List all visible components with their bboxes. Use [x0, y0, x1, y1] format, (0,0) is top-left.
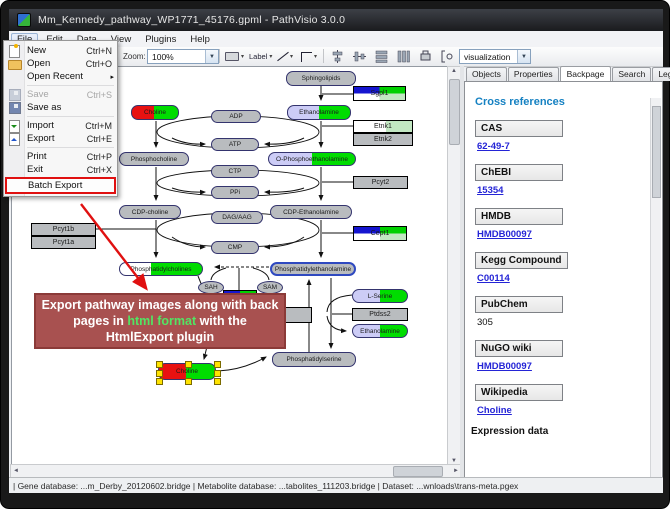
node-ppi[interactable]: PPi: [211, 186, 259, 199]
file-menu-item-exit[interactable]: ExitCtrl+X: [5, 163, 116, 176]
node-sgpl1[interactable]: Sgpl1: [353, 86, 406, 101]
node-sphingolipids[interactable]: Sphingolipids: [286, 71, 356, 86]
node-etnk1[interactable]: Etnk1: [353, 120, 413, 133]
file-menu-item-new[interactable]: NewCtrl+N: [5, 44, 116, 57]
node-cmp[interactable]: CMP: [211, 241, 259, 254]
selection-handle[interactable]: [185, 378, 192, 385]
file-menu-item-print[interactable]: PrintCtrl+P: [5, 150, 116, 163]
node-choline-selected[interactable]: Choline: [158, 363, 216, 380]
node-phosphatidylethanolamine[interactable]: Phosphatidylethanolamine: [270, 262, 356, 276]
node-choline-top[interactable]: Choline: [131, 105, 179, 120]
app-window: Mm_Kennedy_pathway_WP1771_45176.gpml - P…: [0, 0, 670, 509]
export-icon: [9, 133, 20, 146]
selection-handle[interactable]: [156, 378, 163, 385]
node-o-phosphoethanolamine[interactable]: O-Phosphoethanolamine: [268, 152, 356, 166]
node-cdp-ethanolamine[interactable]: CDP-Ethanolamine: [270, 205, 352, 219]
node-phosphocholine[interactable]: Phosphocholine: [119, 152, 189, 166]
node-pcyt1a[interactable]: Pcyt1a: [31, 236, 96, 249]
node-adp[interactable]: ADP: [211, 110, 261, 123]
file-menu-item-open-recent[interactable]: Open Recent: [5, 70, 116, 83]
file-menu-item-export[interactable]: ExportCtrl+E: [5, 132, 116, 145]
selection-handle[interactable]: [214, 378, 221, 385]
node-pcyt2[interactable]: Pcyt2: [353, 176, 408, 189]
node-l-serine[interactable]: L-Serine: [352, 289, 408, 303]
menu-separator: [27, 85, 114, 86]
callout-text: Export pathway images along with back pa…: [38, 297, 282, 345]
node-phosphatidylserine[interactable]: Phosphatidylserine: [272, 352, 356, 367]
file-menu: NewCtrl+NOpenCtrl+OOpen Recent SaveCtrl+S…: [3, 40, 118, 197]
node-cdp-choline[interactable]: CDP-choline: [119, 205, 181, 219]
node-phosphatidylcholines[interactable]: Phosphatidylcholines: [119, 262, 203, 276]
selection-handle[interactable]: [214, 361, 221, 368]
file-menu-item-open[interactable]: OpenCtrl+O: [5, 57, 116, 70]
node-etnk2[interactable]: Etnk2: [353, 133, 413, 146]
save-as-icon: [9, 102, 21, 114]
file-menu-item-save[interactable]: SaveCtrl+S: [5, 88, 116, 101]
node-dag-aag[interactable]: DAG/AAG: [211, 211, 263, 224]
selection-handle[interactable]: [185, 361, 192, 368]
node-pcyt1b[interactable]: Pcyt1b: [31, 223, 96, 236]
menu-separator: [27, 116, 114, 117]
file-menu-item-import[interactable]: ImportCtrl+M: [5, 119, 116, 132]
node-cept1[interactable]: Cept1: [353, 226, 407, 241]
new-document-icon: [9, 45, 20, 58]
selection-handle[interactable]: [156, 361, 163, 368]
file-menu-item-batch-export[interactable]: Batch Export: [6, 178, 115, 193]
open-folder-icon: [8, 60, 22, 70]
menu-separator: [27, 147, 114, 148]
node-ethanolamine-bottom[interactable]: Ethanolamine: [352, 324, 408, 338]
node-ctp[interactable]: CTP: [211, 165, 259, 178]
node-atp[interactable]: ATP: [211, 138, 259, 151]
selection-handle[interactable]: [214, 370, 221, 377]
annotation-callout: Export pathway images along with back pa…: [34, 293, 286, 349]
save-icon: [9, 89, 21, 101]
node-pisd-partial[interactable]: [285, 307, 312, 323]
import-icon: [9, 120, 20, 133]
submenu-arrow-icon: [110, 73, 114, 81]
node-ethanolamine-top[interactable]: Ethanolamine: [287, 105, 351, 120]
selection-handle[interactable]: [156, 370, 163, 377]
file-menu-item-save-as[interactable]: Save as: [5, 101, 116, 114]
node-ptdss2[interactable]: Ptdss2: [352, 308, 408, 321]
